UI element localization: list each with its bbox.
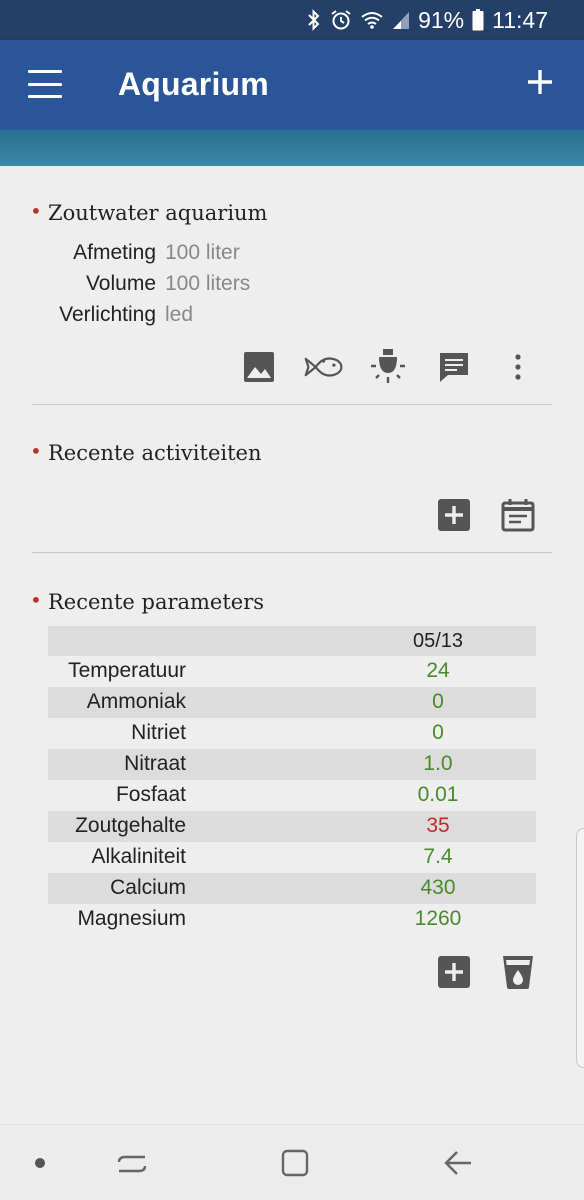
table-row[interactable]: Fosfaat 0.01 <box>48 780 536 811</box>
section-divider <box>32 552 552 553</box>
parameter-name: Calcium <box>110 876 186 899</box>
detail-row-lighting: Verlichting led <box>0 303 584 333</box>
activities-title: Recente activiteiten <box>30 439 261 465</box>
header-banner <box>0 130 584 166</box>
bluetooth-icon <box>306 9 322 31</box>
parameter-name: Alkaliniteit <box>91 845 186 868</box>
battery-icon <box>472 9 484 31</box>
parameter-name: Ammoniak <box>86 690 186 713</box>
fish-button[interactable] <box>303 347 343 387</box>
battery-percent: 91% <box>418 6 465 33</box>
parameter-name: Zoutgehalte <box>75 814 186 837</box>
table-row[interactable]: Temperatuur 24 <box>48 656 536 687</box>
parameter-value: 0.01 <box>417 783 459 806</box>
parameter-value: 35 <box>426 814 450 837</box>
navigation-bar <box>0 1124 584 1200</box>
aquarium-title: Zoutwater aquarium <box>30 199 268 225</box>
detail-value: led <box>165 303 194 326</box>
nav-dot-button[interactable] <box>18 1143 62 1183</box>
more-vert-icon <box>515 354 521 380</box>
wifi-icon <box>360 10 384 30</box>
detail-label: Volume <box>85 272 156 295</box>
detail-value: 100 liters <box>165 272 251 295</box>
status-bar: 91% 11:47 <box>0 0 584 40</box>
table-row[interactable]: Magnesium 1260 <box>48 904 536 935</box>
parameter-value: 0 <box>432 721 444 744</box>
parameter-name: Nitriet <box>131 721 186 744</box>
parameter-name: Fosfaat <box>115 783 186 806</box>
recent-apps-icon <box>117 1155 147 1173</box>
recent-apps-button[interactable] <box>110 1143 154 1183</box>
add-aquarium-button[interactable] <box>522 64 558 100</box>
app-title: Aquarium <box>118 66 269 102</box>
water-test-button[interactable] <box>498 952 538 992</box>
add-box-icon <box>438 956 470 988</box>
more-options-button[interactable] <box>498 347 538 387</box>
table-row[interactable]: Alkaliniteit 7.4 <box>48 842 536 873</box>
home-icon <box>281 1149 309 1177</box>
back-button[interactable] <box>436 1143 480 1183</box>
water-glass-icon <box>503 956 533 989</box>
comments-button[interactable] <box>434 347 474 387</box>
comment-icon <box>440 353 468 382</box>
table-row[interactable]: Nitriet 0 <box>48 718 536 749</box>
table-row[interactable]: Calcium 430 <box>48 873 536 904</box>
menu-icon-line <box>28 95 62 98</box>
back-arrow-icon <box>444 1151 471 1175</box>
table-row[interactable]: Nitraat 1.0 <box>48 749 536 780</box>
column-date: 05/13 <box>412 630 464 652</box>
detail-label: Afmeting <box>73 241 156 264</box>
calendar-button[interactable] <box>498 495 538 535</box>
table-row[interactable]: Zoutgehalte 35 <box>48 811 536 842</box>
menu-button[interactable] <box>28 70 62 98</box>
detail-label: Verlichting <box>59 303 156 326</box>
edge-panel-handle[interactable] <box>576 828 584 1068</box>
image-icon <box>244 352 274 382</box>
lighting-button[interactable] <box>368 347 408 387</box>
add-activity-button[interactable] <box>434 495 474 535</box>
parameter-name: Nitraat <box>124 752 186 775</box>
plus-icon <box>528 70 552 94</box>
add-box-icon <box>438 499 470 531</box>
parameter-name: Temperatuur <box>68 659 186 682</box>
home-button[interactable] <box>273 1143 317 1183</box>
dot-icon <box>35 1158 45 1168</box>
parameter-value: 1.0 <box>423 752 453 775</box>
add-parameter-button[interactable] <box>434 952 474 992</box>
parameter-value: 1260 <box>414 907 462 930</box>
parameters-title: Recente parameters <box>30 588 264 614</box>
clock: 11:47 <box>492 6 548 33</box>
parameter-name: Magnesium <box>77 907 186 930</box>
menu-icon-line <box>28 70 62 73</box>
parameters-table: 05/13 Temperatuur 24 Ammoniak 0 Nitriet … <box>48 626 536 935</box>
fish-icon <box>304 357 343 377</box>
parameter-value: 24 <box>426 659 450 682</box>
photos-button[interactable] <box>239 347 279 387</box>
parameter-value: 430 <box>420 876 456 899</box>
parameter-value: 0 <box>432 690 444 713</box>
signal-icon <box>392 10 410 30</box>
detail-value: 100 liter <box>165 241 240 264</box>
calendar-icon <box>501 499 535 532</box>
parameter-value: 7.4 <box>423 845 453 868</box>
table-row[interactable]: Ammoniak 0 <box>48 687 536 718</box>
detail-row-size: Afmeting 100 liter <box>0 241 584 271</box>
menu-icon-line <box>28 82 62 86</box>
detail-row-volume: Volume 100 liters <box>0 272 584 302</box>
app-bar: Aquarium <box>0 40 584 130</box>
section-divider <box>32 404 552 405</box>
alarm-icon <box>330 9 352 31</box>
light-bulb-icon <box>371 349 405 383</box>
table-header: 05/13 <box>48 626 536 656</box>
